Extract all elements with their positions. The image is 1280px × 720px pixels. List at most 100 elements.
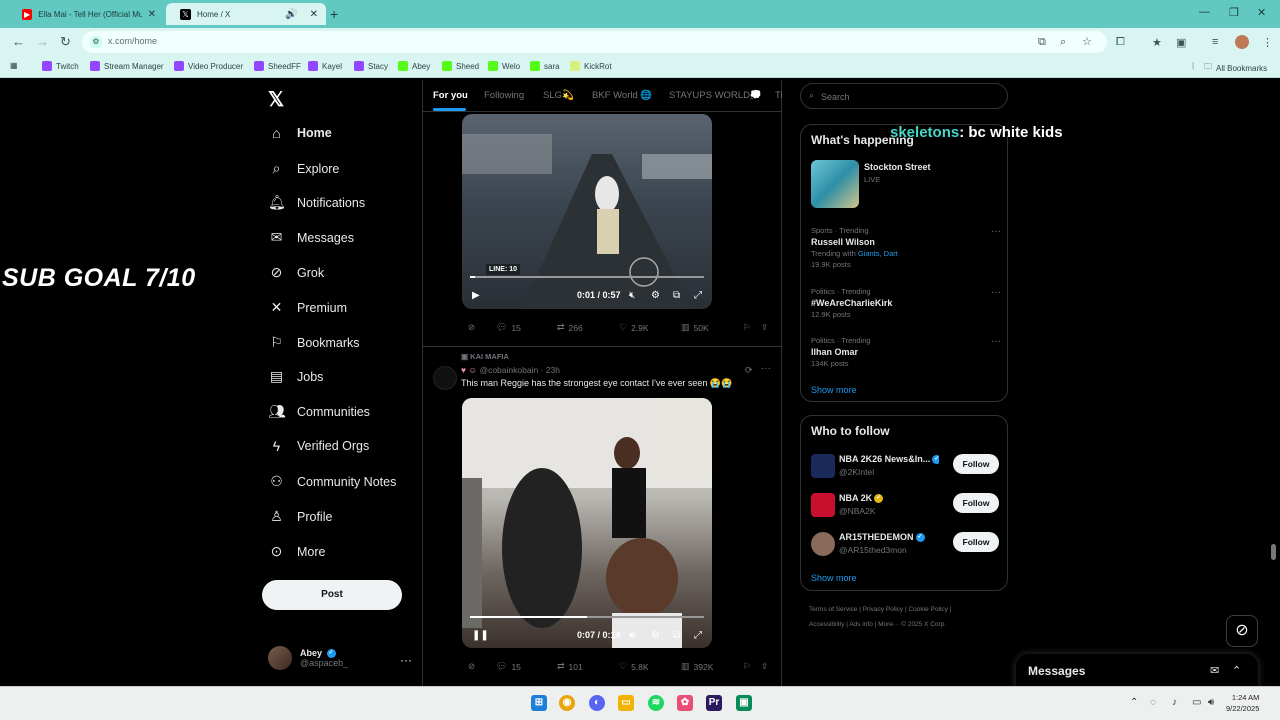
apps-icon[interactable]: ▦ — [10, 61, 18, 70]
more-icon[interactable]: ··· — [761, 363, 771, 374]
star-icon[interactable]: ☆ — [1082, 35, 1092, 48]
live-thumbnail[interactable] — [811, 160, 859, 208]
settings-icon[interactable]: ⚙ — [651, 290, 660, 301]
fullscreen-icon[interactable]: ⤢ — [694, 630, 702, 641]
show-more-link[interactable]: Show more — [811, 385, 857, 395]
chrome-icon[interactable]: ◉ — [559, 695, 575, 711]
more-icon[interactable]: ··· — [400, 653, 412, 667]
bookmark-item[interactable]: Welo — [488, 61, 520, 71]
share-icon[interactable]: ⇪ — [761, 322, 768, 333]
tab-following[interactable]: Following — [484, 90, 524, 101]
repost-button[interactable]: ⇄ 101 — [557, 661, 583, 672]
app-icon[interactable]: ▣ — [736, 695, 752, 711]
tweet-age[interactable]: 23h — [546, 365, 560, 375]
minimize-icon[interactable]: — — [1199, 6, 1210, 18]
fullscreen-icon[interactable]: ⤢ — [694, 290, 702, 301]
follow-button[interactable]: Follow — [953, 454, 999, 474]
nav-profile[interactable]: ♙ Profile — [268, 508, 332, 525]
account-switcher[interactable]: Abey ✓ @aspaceb_ — [268, 646, 348, 670]
tray-icon[interactable]: ◌ — [1150, 697, 1156, 708]
restore-icon[interactable]: ❐ — [1229, 6, 1239, 19]
nav-verified-orgs[interactable]: ϟ Verified Orgs — [268, 438, 369, 454]
new-message-icon[interactable]: ✉ — [1210, 664, 1219, 677]
follow-button[interactable]: Follow — [953, 493, 999, 513]
pause-icon[interactable]: ❚❚ — [472, 630, 489, 641]
follow-suggestion[interactable]: NBA 2K ✓ @NBA2K Follow — [811, 491, 1001, 521]
pip-icon[interactable]: ⧉ — [673, 630, 680, 641]
mute-icon[interactable]: 🔇︎ — [629, 290, 635, 301]
footer-links[interactable]: Accessibility | Ads info | More··· © 202… — [809, 621, 946, 628]
follow-suggestion[interactable]: NBA 2K26 News&In... ✓ @2KIntel Follow — [811, 452, 1001, 482]
close-icon[interactable]: ✕ — [310, 9, 318, 20]
system-clock[interactable]: 1:24 AM 9/22/2025 — [1226, 692, 1259, 714]
nav-communities[interactable]: 👥︎ Communities — [268, 403, 370, 420]
nav-jobs[interactable]: ▤ Jobs — [268, 368, 324, 385]
chevron-up-icon[interactable]: ⌃ — [1130, 697, 1138, 708]
microphone-icon[interactable]: ♪ — [1172, 697, 1177, 708]
bookmark-item[interactable]: Video Producer — [174, 61, 243, 71]
premiere-pro-icon[interactable]: Pr — [706, 695, 722, 711]
tab-bkf-world[interactable]: BKF World 🌐 — [592, 90, 652, 101]
repost-button[interactable]: ⇄ 266 — [557, 322, 583, 333]
volume-icon[interactable]: 🔊︎ — [1208, 697, 1214, 708]
grok-explain-icon[interactable]: ⊘ — [468, 322, 475, 333]
address-bar[interactable]: ⚙ x.com/home ⧉ ⌕ ☆ — [82, 31, 1107, 53]
tab-stayups-world[interactable]: STAYUPS WORLD💭 — [669, 90, 762, 101]
trend-item[interactable]: Politics · Trending #WeAreCharlieKirk 12… — [811, 287, 1001, 319]
bookmark-item[interactable]: SheedFF — [254, 61, 301, 71]
back-button[interactable]: ← — [12, 34, 25, 49]
menu-icon[interactable]: ⋮ — [1262, 36, 1273, 49]
bookmark-item[interactable]: Abey — [398, 61, 430, 71]
bookmark-star-icon[interactable]: ★ — [1152, 36, 1162, 49]
bookmark-item[interactable]: Stream Manager — [90, 61, 164, 71]
x-logo-icon[interactable]: 𝕏 — [268, 87, 284, 112]
reply-button[interactable]: 💬︎ 15 — [496, 322, 521, 333]
nav-community-notes[interactable]: ⚇ Community Notes — [268, 473, 396, 490]
install-icon[interactable]: ⧉ — [1038, 36, 1046, 49]
show-more-link[interactable]: Show more — [811, 573, 857, 583]
play-icon[interactable]: ▶ — [472, 290, 480, 301]
settings-icon[interactable]: ⚙ — [651, 630, 660, 641]
more-icon[interactable]: ··· — [991, 287, 1001, 298]
like-button[interactable]: ♡ 5.8K — [619, 661, 649, 672]
views-button[interactable]: ▥ 392K — [681, 661, 713, 672]
all-bookmarks[interactable]: 🗀 All Bookmarks — [1204, 61, 1267, 75]
bookmark-item[interactable]: Stacy — [354, 61, 388, 71]
bookmark-button[interactable]: ⚐ — [743, 322, 751, 333]
speaker-icon[interactable]: 🔊 — [285, 9, 297, 20]
video-player[interactable]: ❚❚ 0:07 / 0:14 🔊︎ ⚙ ⧉ ⤢ — [462, 398, 712, 648]
views-button[interactable]: ▥ 50K — [681, 322, 709, 333]
search-input[interactable]: ⌕ Search — [800, 83, 1008, 109]
extensions-icon[interactable]: ⧠ — [1116, 36, 1125, 49]
bookmark-item[interactable]: sara — [530, 61, 560, 71]
nav-notifications[interactable]: 🔔︎ Notifications — [268, 194, 365, 211]
reload-button[interactable]: ↻ — [60, 34, 71, 50]
like-button[interactable]: ♡ 2.9K — [619, 322, 649, 333]
grok-explain-icon[interactable]: ⊘ — [468, 661, 475, 672]
tab-x-home[interactable]: 𝕏 Home / X 🔊 ✕ — [166, 3, 326, 25]
trend-item[interactable]: Politics · Trending Ilhan Omar 134K post… — [811, 336, 1001, 368]
downloads-icon[interactable]: ≡ — [1212, 36, 1218, 48]
follow-suggestion[interactable]: AR15THEDEMON ✓ @AR15thed3mon Follow — [811, 530, 1001, 560]
display-icon[interactable]: ▭ — [1192, 697, 1201, 708]
profile-avatar[interactable] — [1235, 35, 1249, 49]
share-icon[interactable]: ⇪ — [761, 661, 768, 672]
discord-icon[interactable]: ◐ — [589, 695, 605, 711]
nav-premium[interactable]: ✕ Premium — [268, 299, 347, 316]
grok-icon[interactable]: ⟳ — [745, 365, 753, 376]
window-close-icon[interactable]: ✕ — [1257, 6, 1266, 19]
nav-bookmarks[interactable]: ⚐ Bookmarks — [268, 334, 359, 351]
more-icon[interactable]: ··· — [991, 226, 1001, 237]
tab-for-you[interactable]: For you — [433, 90, 468, 101]
video-progress[interactable] — [470, 616, 704, 618]
reply-button[interactable]: 💬︎ 15 — [496, 661, 521, 672]
forward-button[interactable]: → — [36, 34, 49, 49]
app-icon[interactable]: ✿ — [677, 695, 693, 711]
nav-explore[interactable]: ⌕ Explore — [268, 160, 340, 177]
bookmark-item[interactable]: Kayel — [308, 61, 342, 71]
post-button[interactable]: Post — [262, 580, 402, 610]
nav-home[interactable]: ⌂ Home — [268, 125, 331, 141]
nav-messages[interactable]: ✉ Messages — [268, 229, 354, 246]
trend-sub-links[interactable]: Giants, Dart — [858, 249, 898, 258]
messages-drawer[interactable]: Messages ✉ ⌃ — [1016, 654, 1258, 686]
